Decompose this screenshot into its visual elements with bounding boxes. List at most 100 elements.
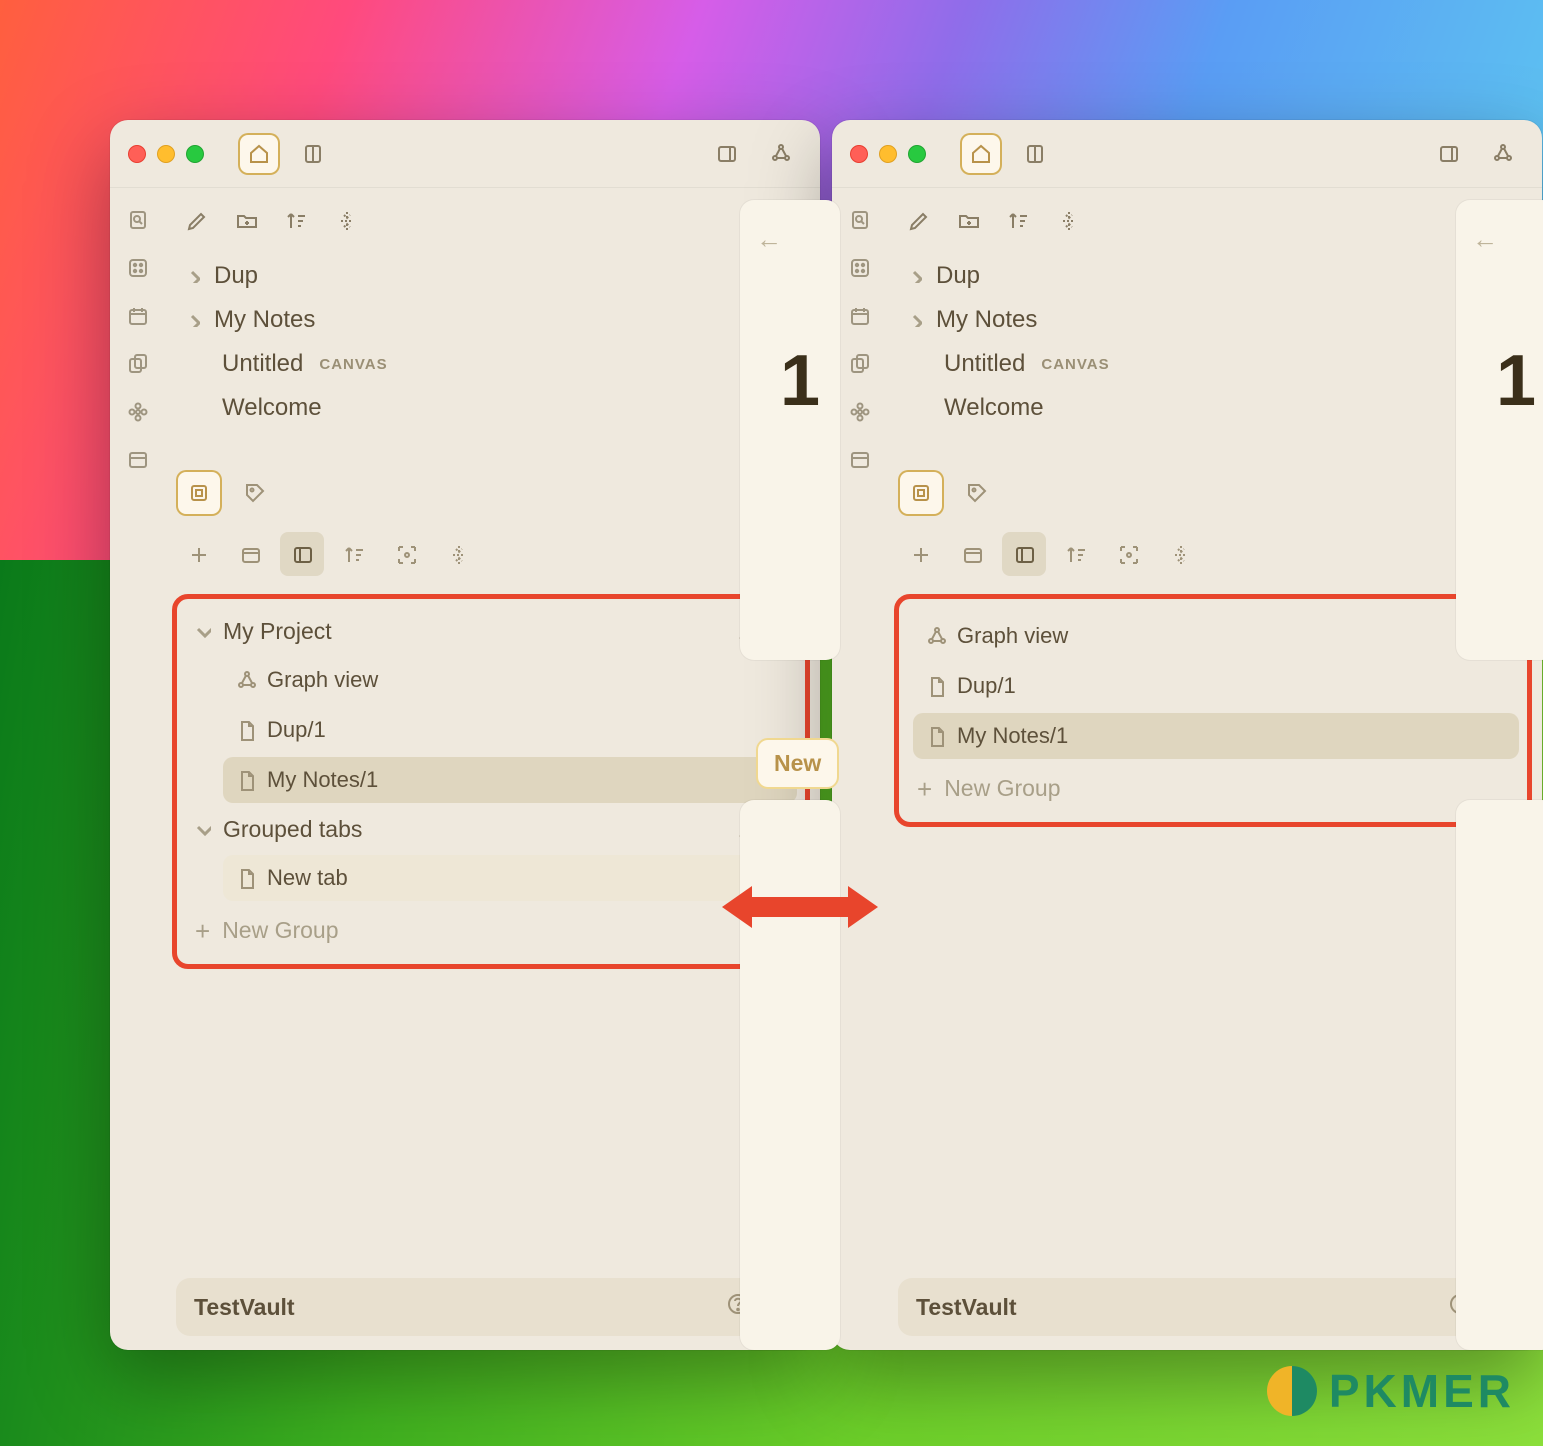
sort-icon[interactable]: [1054, 532, 1098, 576]
file-welcome[interactable]: Welcome: [174, 386, 808, 430]
folder-label: My Notes: [214, 306, 315, 334]
chevron-right-icon: [906, 306, 926, 334]
new-note-icon[interactable]: [898, 200, 940, 242]
window-icon[interactable]: [228, 532, 272, 576]
sort-icon[interactable]: [998, 200, 1040, 242]
folder-my-notes[interactable]: My Notes: [896, 298, 1530, 342]
pkmer-logo-icon: [1267, 1366, 1317, 1416]
home-tab[interactable]: [960, 133, 1002, 175]
file-label: Welcome: [222, 394, 322, 422]
graph-icon: [235, 669, 257, 691]
reading-tab[interactable]: [1014, 133, 1056, 175]
right-panel-toggle[interactable]: [706, 133, 748, 175]
right-panel-toggle[interactable]: [1428, 133, 1470, 175]
item-label: Graph view: [267, 667, 378, 693]
collapse-icon[interactable]: [1048, 200, 1090, 242]
group-item-dup-1[interactable]: Dup/1: [223, 707, 797, 753]
plugin-icon[interactable]: [846, 398, 874, 426]
content-digit: 1: [780, 340, 820, 422]
home-tab[interactable]: [238, 133, 280, 175]
zoom-window[interactable]: [908, 145, 926, 163]
panel-view-icon[interactable]: [280, 532, 324, 576]
new-folder-icon[interactable]: [948, 200, 990, 242]
folder-label: Dup: [936, 262, 980, 290]
quick-switcher-icon[interactable]: [124, 206, 152, 234]
copy-icon[interactable]: [124, 350, 152, 378]
layout-icon[interactable]: [124, 446, 152, 474]
group-item-dup-1[interactable]: Dup/1: [913, 663, 1519, 709]
workspaces-tab[interactable]: [898, 470, 944, 516]
graph-button[interactable]: [760, 133, 802, 175]
minimize-window[interactable]: [879, 145, 897, 163]
folder-my-notes[interactable]: My Notes: [174, 298, 808, 342]
chevron-down-icon: [193, 618, 215, 645]
tags-tab[interactable]: [232, 470, 278, 516]
folder-dup[interactable]: Dup: [896, 254, 1530, 298]
new-note-icon[interactable]: [176, 200, 218, 242]
dice-icon[interactable]: [846, 254, 874, 282]
dice-icon[interactable]: [124, 254, 152, 282]
add-icon[interactable]: [176, 532, 220, 576]
close-window[interactable]: [128, 145, 146, 163]
group-item-my-notes-1[interactable]: My Notes/1: [913, 713, 1519, 759]
group-item-new-tab[interactable]: New tab: [223, 855, 797, 901]
file-untitled[interactable]: Untitled CANVAS: [896, 342, 1530, 386]
watermark: PKMER: [1267, 1364, 1515, 1418]
sort-icon[interactable]: [276, 200, 318, 242]
collapse-icon[interactable]: [1158, 532, 1202, 576]
focus-icon[interactable]: [384, 532, 428, 576]
zoom-window[interactable]: [186, 145, 204, 163]
plugin-icon[interactable]: [124, 398, 152, 426]
app-window-left: Dup My Notes Untitled CANVAS Welcome: [110, 120, 820, 1350]
chevron-right-icon: [184, 306, 204, 334]
reading-tab[interactable]: [292, 133, 334, 175]
ribbon: [832, 188, 888, 1350]
focus-icon[interactable]: [1106, 532, 1150, 576]
file-icon: [235, 769, 257, 791]
vault-footer: TestVault: [176, 1278, 806, 1336]
new-group-button[interactable]: + New Group: [907, 763, 1519, 806]
window-icon[interactable]: [950, 532, 994, 576]
canvas-badge: CANVAS: [319, 356, 387, 373]
copy-icon[interactable]: [846, 350, 874, 378]
collapse-icon[interactable]: [436, 532, 480, 576]
quick-switcher-icon[interactable]: [846, 206, 874, 234]
canvas-badge: CANVAS: [1041, 356, 1109, 373]
file-icon: [235, 719, 257, 741]
graph-button[interactable]: [1482, 133, 1524, 175]
workspaces-tab[interactable]: [176, 470, 222, 516]
groups-highlight: Graph view Dup/1 My Notes/1 + New Group: [894, 594, 1532, 827]
sidebar: Dup My Notes Untitled CANVAS Welcome: [166, 188, 820, 1350]
app-window-right: Dup My Notes Untitled CANVAS Welcome: [832, 120, 1542, 1350]
sort-icon[interactable]: [332, 532, 376, 576]
group-item-my-notes-1[interactable]: My Notes/1: [223, 757, 797, 803]
back-icon[interactable]: ←: [1472, 224, 1498, 255]
folder-label: Dup: [214, 262, 258, 290]
panel-view-icon[interactable]: [1002, 532, 1046, 576]
comparison-arrow-icon: [722, 880, 878, 934]
collapse-icon[interactable]: [326, 200, 368, 242]
group-grouped-tabs[interactable]: Grouped tabs: [185, 807, 797, 851]
new-group-button[interactable]: + New Group: [185, 905, 797, 948]
file-welcome[interactable]: Welcome: [896, 386, 1530, 430]
group-item-graph-view[interactable]: Graph view: [913, 613, 1519, 659]
close-window[interactable]: [850, 145, 868, 163]
tags-tab[interactable]: [954, 470, 1000, 516]
file-tree: Dup My Notes Untitled CANVAS Welcome: [888, 250, 1538, 434]
calendar-icon[interactable]: [846, 302, 874, 330]
new-folder-icon[interactable]: [226, 200, 268, 242]
folder-dup[interactable]: Dup: [174, 254, 808, 298]
group-my-project[interactable]: My Project: [185, 609, 797, 653]
back-icon[interactable]: ←: [756, 224, 782, 255]
vault-footer: TestVault: [898, 1278, 1528, 1336]
folder-label: My Notes: [936, 306, 1037, 334]
file-untitled[interactable]: Untitled CANVAS: [174, 342, 808, 386]
calendar-icon[interactable]: [124, 302, 152, 330]
add-icon[interactable]: [898, 532, 942, 576]
titlebar: [110, 120, 820, 188]
new-tab-pill[interactable]: New: [756, 738, 839, 789]
minimize-window[interactable]: [157, 145, 175, 163]
group-item-graph-view[interactable]: Graph view: [223, 657, 797, 703]
layout-icon[interactable]: [846, 446, 874, 474]
file-tree: Dup My Notes Untitled CANVAS Welcome: [166, 250, 816, 434]
